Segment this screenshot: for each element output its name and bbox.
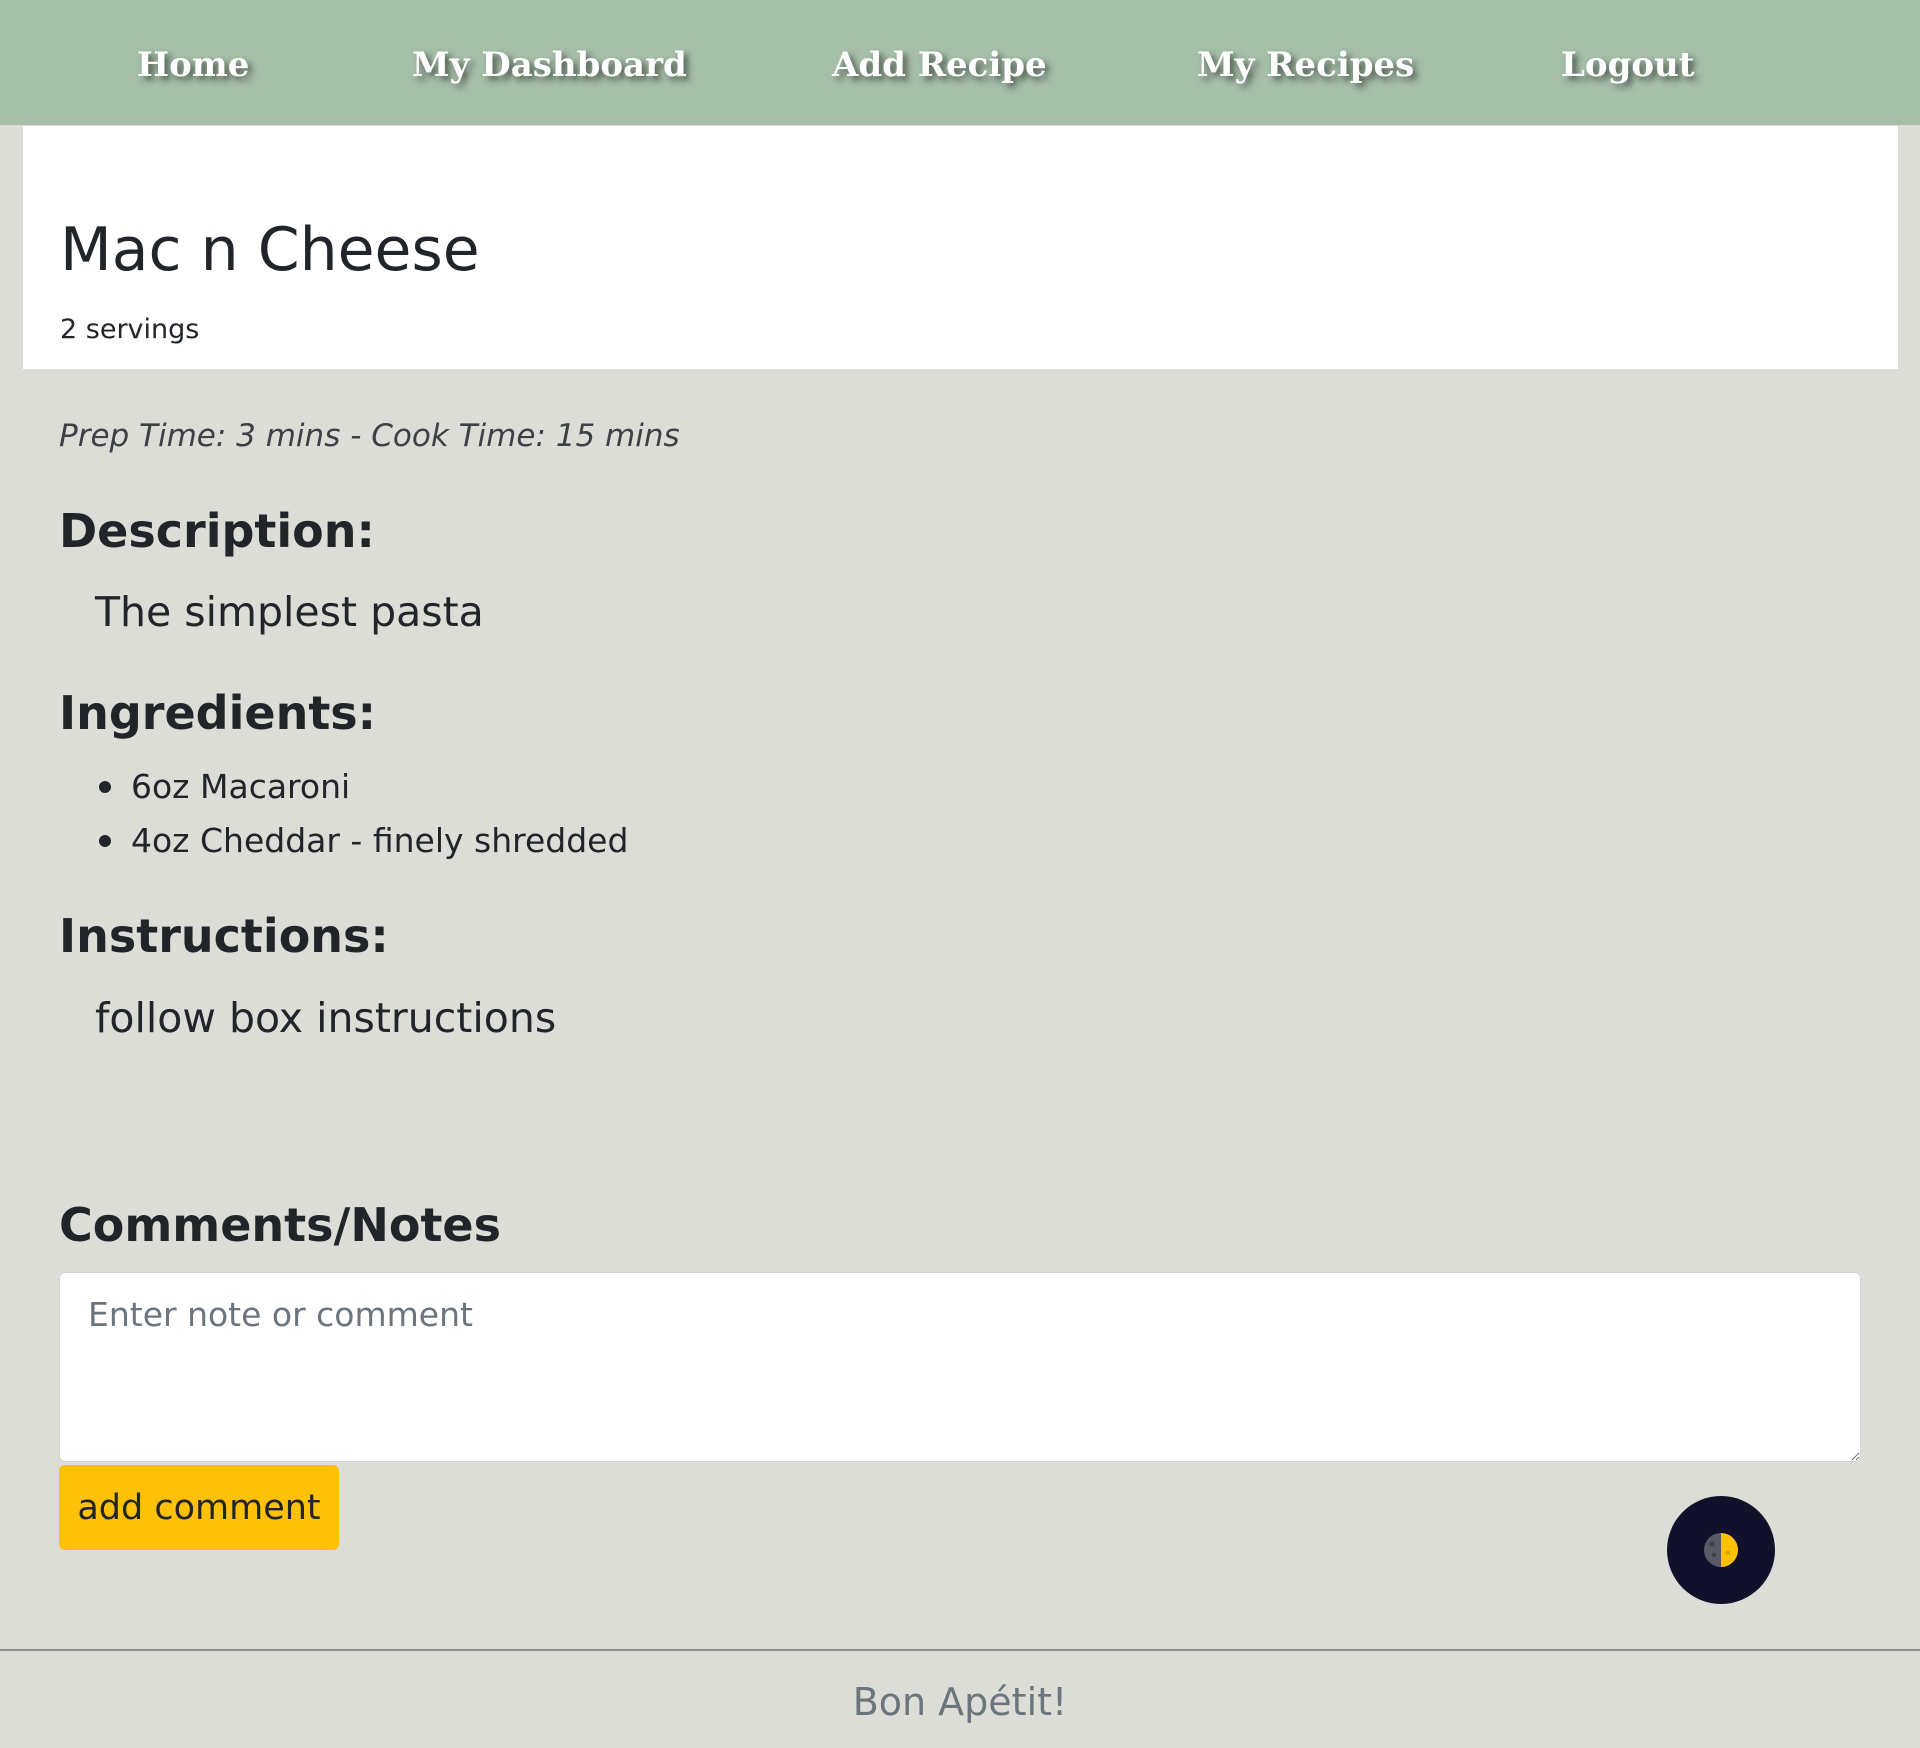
- description-text: The simplest pasta: [95, 588, 484, 636]
- recipe-title: Mac n Cheese: [60, 215, 480, 285]
- comments-heading: Comments/Notes: [59, 1198, 502, 1252]
- nav-add-recipe-link[interactable]: Add Recipe: [832, 40, 1047, 90]
- top-navbar: Home My Dashboard Add Recipe My Recipes …: [0, 0, 1920, 125]
- ingredient-item: 6oz Macaroni: [95, 760, 628, 814]
- nav-home-link[interactable]: Home: [137, 40, 249, 90]
- servings-text: 2 servings: [60, 314, 200, 345]
- description-heading: Description:: [59, 504, 375, 558]
- ingredients-list: 6oz Macaroni 4oz Cheddar - finely shredd…: [95, 760, 628, 868]
- footer-divider: [0, 1649, 1920, 1651]
- prep-cook-time: Prep Time: 3 mins - Cook Time: 15 mins: [59, 418, 680, 454]
- footer-text: Bon Apétit!: [852, 1680, 1068, 1724]
- instructions-heading: Instructions:: [59, 909, 389, 963]
- nav-my-dashboard-link[interactable]: My Dashboard: [412, 40, 687, 90]
- ingredient-item: 4oz Cheddar - finely shredded: [95, 814, 628, 868]
- nav-my-recipes-link[interactable]: My Recipes: [1197, 40, 1414, 90]
- recipe-header-card: Mac n Cheese 2 servings: [23, 126, 1898, 369]
- add-comment-button[interactable]: add comment: [59, 1465, 339, 1550]
- moon-half-icon: [1704, 1533, 1738, 1567]
- theme-toggle-button[interactable]: [1667, 1496, 1775, 1604]
- instructions-text: follow box instructions: [95, 994, 557, 1042]
- nav-logout-link[interactable]: Logout: [1561, 40, 1694, 90]
- comment-input[interactable]: [59, 1272, 1861, 1462]
- ingredients-heading: Ingredients:: [59, 686, 377, 740]
